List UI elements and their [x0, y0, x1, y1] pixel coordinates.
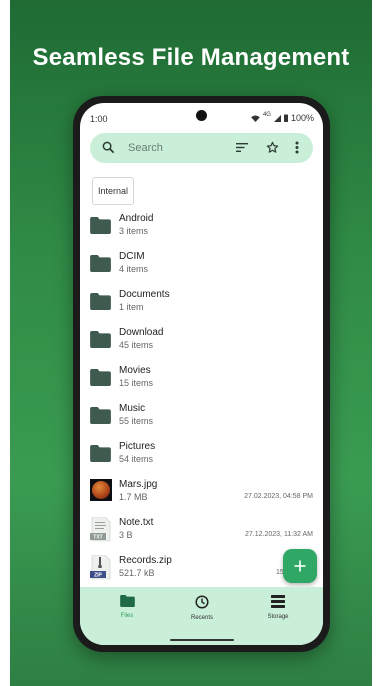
list-item[interactable]: DCIM 4 items — [80, 247, 323, 285]
promo-canvas: Seamless File Management 1:00 4G 100% Se… — [10, 0, 372, 686]
battery-icon — [283, 114, 288, 122]
zip-badge: ZIP — [94, 573, 102, 579]
item-name: Music — [119, 403, 146, 414]
item-name: DCIM — [119, 251, 145, 262]
bottom-navigation: Files Recents Storage — [80, 587, 323, 645]
item-meta: 1.7 MB — [119, 492, 148, 502]
phone-frame: 1:00 4G 100% Search Internal Android 3 i… — [73, 96, 330, 652]
item-meta: 15 items — [119, 378, 154, 388]
folder-icon — [90, 293, 111, 310]
location-chip[interactable]: Internal — [92, 177, 134, 205]
item-meta: 45 items — [119, 340, 154, 350]
image-thumbnail — [90, 479, 112, 501]
item-date: 27.02.2023, 04:58 PM — [244, 493, 313, 500]
list-item[interactable]: TXT Note.txt 3 B 27.12.2023, 11:32 AM — [80, 513, 323, 551]
folder-icon — [90, 255, 111, 272]
folder-icon — [90, 445, 111, 462]
add-icon — [294, 560, 306, 572]
list-item[interactable]: Download 45 items — [80, 323, 323, 361]
front-camera — [196, 110, 207, 121]
list-item[interactable]: Music 55 items — [80, 399, 323, 437]
promo-headline: Seamless File Management — [32, 44, 350, 71]
status-time: 1:00 — [90, 114, 108, 124]
gesture-home-bar[interactable] — [170, 639, 234, 641]
item-name: Records.zip — [119, 555, 172, 566]
nav-recents-label: Recents — [190, 615, 213, 621]
nav-recents[interactable]: Recents — [172, 595, 232, 621]
mars-planet-image — [92, 481, 110, 499]
status-bar: 1:00 4G 100% — [80, 103, 323, 129]
list-item[interactable]: Movies 15 items — [80, 361, 323, 399]
text-file-icon: TXT — [90, 517, 111, 542]
txt-badge: TXT — [93, 535, 102, 541]
item-meta: 54 items — [119, 454, 154, 464]
list-item[interactable]: Mars.jpg 1.7 MB 27.02.2023, 04:58 PM — [80, 475, 323, 513]
phone-screen: 1:00 4G 100% Search Internal Android 3 i… — [80, 103, 323, 645]
nav-storage-label: Storage — [267, 614, 289, 620]
storage-icon — [271, 595, 285, 608]
sort-icon[interactable] — [236, 142, 249, 153]
item-name: Android — [119, 213, 154, 224]
item-meta: 521.7 kB — [119, 568, 155, 578]
list-item[interactable]: Documents 1 item — [80, 285, 323, 323]
item-name: Pictures — [119, 441, 156, 452]
folder-icon — [90, 217, 111, 234]
nav-storage[interactable]: Storage — [248, 595, 308, 620]
file-list: Android 3 items DCIM 4 items Documents 1… — [80, 209, 323, 589]
folder-icon — [119, 595, 135, 607]
item-name: Documents — [119, 289, 170, 300]
nav-files-label: Files — [120, 613, 134, 619]
search-input[interactable]: Search — [128, 142, 163, 154]
zip-file-icon: ZIP — [90, 555, 111, 580]
search-bar[interactable]: Search — [90, 133, 313, 163]
status-icons: 4G 100% — [251, 112, 314, 123]
item-name: Movies — [119, 365, 151, 376]
item-date: 27.12.2023, 11:32 AM — [245, 531, 313, 538]
clock-icon — [195, 595, 209, 609]
list-item[interactable]: Pictures 54 items — [80, 437, 323, 475]
item-meta: 55 items — [119, 416, 154, 426]
folder-icon — [90, 331, 111, 348]
item-meta: 3 items — [119, 226, 149, 236]
item-name: Mars.jpg — [119, 479, 158, 490]
signal-icon — [273, 114, 281, 122]
item-name: Note.txt — [119, 517, 154, 528]
more-vert-icon[interactable] — [295, 141, 299, 154]
add-button[interactable] — [283, 549, 317, 583]
list-item[interactable]: Android 3 items — [80, 209, 323, 247]
search-icon[interactable] — [102, 141, 115, 154]
wifi-icon — [251, 114, 260, 122]
item-name: Download — [119, 327, 164, 338]
folder-icon — [90, 369, 111, 386]
battery-level: 100% — [290, 113, 314, 123]
star-icon[interactable] — [266, 141, 279, 154]
item-meta: 4 items — [119, 264, 149, 274]
network-type: 4G — [262, 112, 271, 118]
item-meta: 3 B — [119, 530, 133, 540]
folder-icon — [90, 407, 111, 424]
item-meta: 1 item — [119, 302, 144, 312]
nav-files[interactable]: Files — [97, 595, 157, 619]
